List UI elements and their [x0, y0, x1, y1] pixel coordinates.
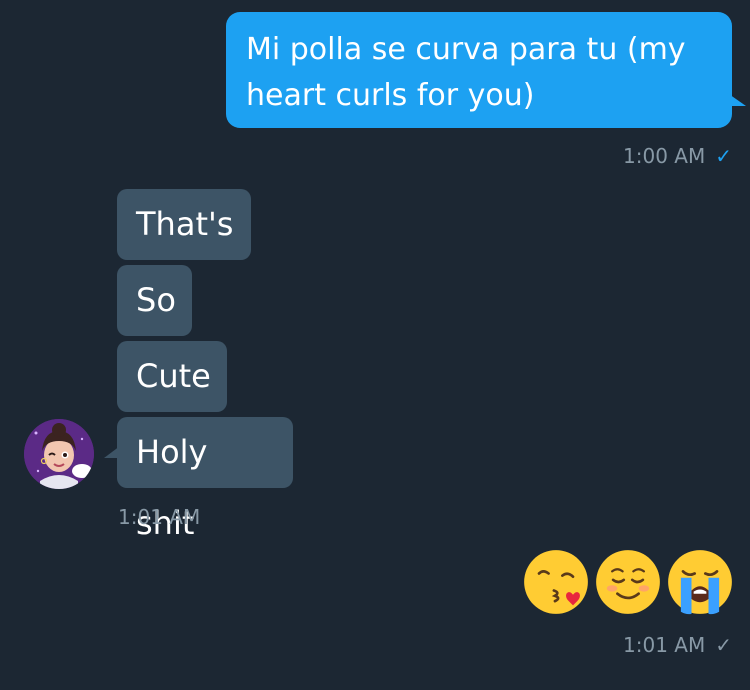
timestamp-text: 1:00 AM [623, 144, 706, 168]
avatar-image [24, 419, 94, 489]
incoming-message-text: Cute [136, 357, 211, 395]
incoming-bubble-tail [104, 446, 120, 458]
avatar[interactable] [24, 419, 94, 489]
smiling-blush-emoji [596, 550, 660, 614]
outgoing-emoji-message[interactable] [522, 548, 734, 618]
incoming-message-bubble[interactable]: So [117, 265, 192, 336]
incoming-message-bubble[interactable]: Cute [117, 341, 227, 412]
message-timestamp: 1:00 AM ✓ [623, 144, 732, 168]
timestamp-text: 1:01 AM [623, 633, 706, 657]
check-icon: ✓ [715, 633, 732, 657]
incoming-message-bubble[interactable]: Holy shit [117, 417, 293, 542]
timestamp-text: 1:01 AM [118, 505, 201, 529]
incoming-message-bubble[interactable]: That's [117, 189, 251, 260]
message-timestamp: 1:01 AM ✓ [623, 633, 732, 657]
loudly-crying-emoji [668, 550, 732, 615]
outgoing-message-text: Mi polla se curva para tu (my heart curl… [246, 32, 686, 113]
incoming-message-text: So [136, 281, 176, 319]
outgoing-bubble-tail [726, 92, 746, 106]
message-timestamp: 1:01 AM [118, 505, 200, 529]
check-icon: ✓ [715, 144, 732, 168]
incoming-message-text: That's [136, 205, 234, 243]
kissing-heart-emoji [524, 550, 588, 614]
outgoing-message-bubble[interactable]: Mi polla se curva para tu (my heart curl… [226, 12, 732, 128]
